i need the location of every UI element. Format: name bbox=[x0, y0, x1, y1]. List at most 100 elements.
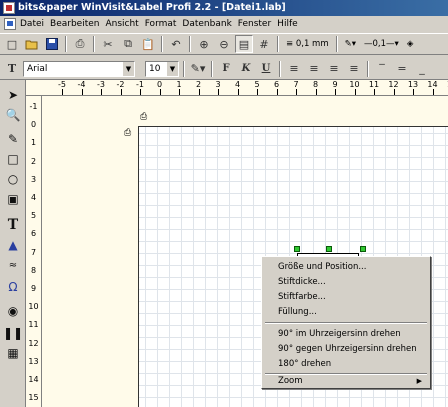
rectangle-tool-icon[interactable]: □ bbox=[4, 150, 22, 168]
save-icon[interactable] bbox=[43, 35, 61, 53]
align-left-icon[interactable]: ≡ bbox=[285, 60, 303, 78]
new-file-icon[interactable]: □ bbox=[3, 35, 21, 53]
text-color-icon[interactable]: ✎▾ bbox=[189, 60, 207, 78]
ctx-fill[interactable]: Füllung... bbox=[264, 305, 428, 319]
ctx-rotate-cw[interactable]: 90° im Uhrzeigersinn drehen bbox=[264, 327, 428, 341]
symbol-tool-icon[interactable]: Ω bbox=[4, 278, 22, 296]
separator bbox=[161, 36, 163, 52]
separator bbox=[367, 60, 369, 77]
resize-handle[interactable] bbox=[360, 246, 366, 252]
image-tool-icon[interactable]: ▣ bbox=[4, 190, 22, 208]
ruler-tick-mark bbox=[315, 89, 317, 95]
font-name: Arial bbox=[27, 63, 48, 74]
align-center-icon[interactable]: ≡ bbox=[305, 60, 323, 78]
ellipse-tool-icon[interactable]: ○ bbox=[4, 170, 22, 188]
font-combo[interactable]: Arial ▼ bbox=[23, 60, 135, 77]
ctx-size-position[interactable]: Größe und Position... bbox=[264, 260, 428, 274]
ruler-tick-mark bbox=[101, 89, 102, 95]
menu-hilfe[interactable]: Hilfe bbox=[276, 19, 302, 29]
horizontal-ruler: -5-4-3-2-1012345678910111213141516 bbox=[28, 80, 448, 96]
ruler-tick-mark bbox=[62, 89, 63, 95]
ctx-rotate-180[interactable]: 180° drehen bbox=[264, 357, 428, 371]
chevron-down-icon[interactable]: ▼ bbox=[166, 61, 178, 76]
fill-icon[interactable]: ◈ bbox=[404, 35, 417, 53]
stamp-tool-icon[interactable]: ▦ bbox=[4, 344, 22, 362]
ruler-tick-label: 14 bbox=[427, 80, 438, 89]
resize-handle[interactable] bbox=[326, 246, 332, 252]
pen-color-control[interactable]: ✎▾ bbox=[342, 35, 359, 53]
ruler-tick-label: -2 bbox=[116, 80, 125, 89]
barcode-tool-icon[interactable]: ❚❚ bbox=[3, 324, 23, 342]
ruler-tick-mark bbox=[296, 89, 297, 95]
ruler-tick-label: 6 bbox=[273, 80, 280, 89]
font-size-combo[interactable]: 10 ▼ bbox=[145, 60, 179, 77]
format-toolbar: T Arial ▼ 10 ▼ ✎▾ F K U ≡ ≡ ≡ ≡ ‾ = _ bbox=[0, 58, 448, 80]
ruler-tick-label: 10 bbox=[28, 302, 39, 312]
separator bbox=[189, 36, 191, 52]
line-style-control[interactable]: — 0,1 —▾ bbox=[361, 35, 402, 53]
document-icon[interactable] bbox=[4, 18, 16, 30]
ruler-tick-label: -4 bbox=[77, 80, 86, 89]
valign-middle-icon[interactable]: = bbox=[393, 60, 411, 78]
ctx-pen-width[interactable]: Stiftdicke... bbox=[264, 275, 428, 289]
menu-format[interactable]: Format bbox=[144, 19, 182, 29]
print-icon[interactable]: ⎙ bbox=[71, 35, 89, 53]
ctx-zoom-label: Zoom bbox=[278, 376, 303, 386]
separator bbox=[93, 36, 95, 52]
ruler-tick-label: 7 bbox=[30, 247, 37, 257]
ctx-pen-color[interactable]: Stiftfarbe... bbox=[264, 290, 428, 304]
ruler-tick-mark bbox=[120, 89, 122, 95]
ruler-tick-mark bbox=[198, 89, 200, 95]
ruler-tick-mark bbox=[276, 89, 278, 95]
valign-bottom-icon[interactable]: _ bbox=[413, 60, 431, 78]
zoom-tool-icon[interactable]: 🔍 bbox=[4, 106, 22, 124]
italic-button[interactable]: K bbox=[237, 60, 255, 78]
ctx-separator bbox=[265, 322, 427, 324]
menu-bearbeiten[interactable]: Bearbeiten bbox=[49, 19, 104, 29]
wordart-tool-icon[interactable]: ▲ bbox=[4, 236, 22, 254]
paste-icon[interactable]: 📋 bbox=[139, 35, 157, 53]
undo-icon[interactable]: ↶ bbox=[167, 35, 185, 53]
resize-handle[interactable] bbox=[294, 246, 300, 252]
copy-icon[interactable]: ⧉ bbox=[119, 35, 137, 53]
ruler-tick-label: 8 bbox=[30, 265, 37, 275]
menu-datei[interactable]: Datei bbox=[19, 19, 49, 29]
line-width-control[interactable]: ≡ 0,1 mm bbox=[283, 35, 332, 53]
ruler-tick-label: 12 bbox=[388, 80, 399, 89]
valign-top-icon[interactable]: ‾ bbox=[373, 60, 391, 78]
menu-fenster[interactable]: Fenster bbox=[237, 19, 276, 29]
title-bar: bits&paper WinVisit&Label Profi 2.2 - [D… bbox=[0, 0, 448, 16]
standard-toolbar: □ ⎙ ✂ ⧉ 📋 ↶ ⊕ ⊖ ▤ # ≡ 0,1 mm ✎▾ — 0,1 —▾… bbox=[0, 33, 448, 55]
chevron-down-icon[interactable]: ▼ bbox=[122, 61, 134, 76]
bold-button[interactable]: F bbox=[217, 60, 235, 78]
font-type-icon: T bbox=[7, 62, 17, 75]
font-size: 10 bbox=[149, 63, 161, 74]
open-folder-icon[interactable] bbox=[23, 35, 41, 53]
ctx-rotate-ccw[interactable]: 90° gegen Uhrzeigersinn drehen bbox=[264, 342, 428, 356]
zoom-out-icon[interactable]: ⊖ bbox=[215, 35, 233, 53]
ruler-tick-mark bbox=[257, 89, 258, 95]
underline-button[interactable]: U bbox=[257, 60, 275, 78]
page-view-icon[interactable]: ▤ bbox=[235, 35, 253, 53]
zoom-in-icon[interactable]: ⊕ bbox=[195, 35, 213, 53]
ruler-tick-label: 4 bbox=[30, 193, 37, 202]
align-right-icon[interactable]: ≡ bbox=[325, 60, 343, 78]
separator bbox=[211, 60, 213, 77]
ruler-tick-label: 2 bbox=[30, 156, 37, 166]
align-justify-icon[interactable]: ≡ bbox=[345, 60, 363, 78]
grid-icon[interactable]: # bbox=[255, 35, 273, 53]
menu-ansicht[interactable]: Ansicht bbox=[104, 19, 143, 29]
select-arrow-icon[interactable]: ➤ bbox=[4, 86, 22, 104]
pen-tool-icon[interactable]: ✎ bbox=[4, 130, 22, 148]
ruler-tick-label: 10 bbox=[349, 80, 360, 89]
ruler-tick-mark bbox=[374, 89, 375, 95]
handwriting-tool-icon[interactable]: ≈ bbox=[4, 256, 22, 274]
ruler-tick-mark bbox=[218, 89, 219, 95]
cut-icon[interactable]: ✂ bbox=[99, 35, 117, 53]
text-tool-icon[interactable]: T bbox=[4, 216, 22, 234]
line-width-value: 0,1 mm bbox=[295, 39, 329, 49]
line-style-value: 0,1 bbox=[372, 39, 387, 49]
special-tool-icon[interactable]: ◉ bbox=[4, 302, 22, 320]
ctx-zoom[interactable]: Zoom ▶ bbox=[264, 374, 428, 388]
menu-datenbank[interactable]: Datenbank bbox=[181, 19, 236, 29]
